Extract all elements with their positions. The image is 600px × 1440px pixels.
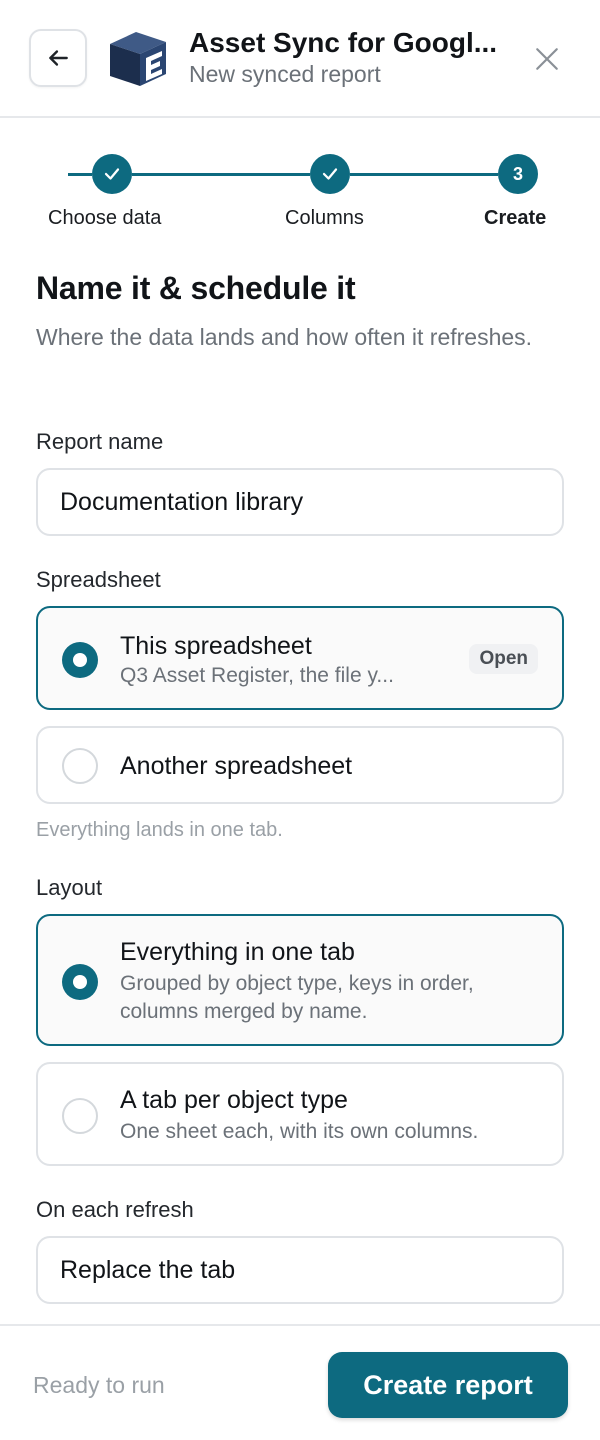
section-description: Where the data lands and how often it re… bbox=[36, 324, 533, 350]
option-title: Everything in one tab bbox=[120, 938, 355, 966]
section-header: Name it & schedule it Where the data lan… bbox=[36, 270, 564, 355]
step-1-indicator bbox=[92, 154, 132, 194]
report-name-input[interactable]: Documentation library bbox=[36, 468, 564, 536]
spreadsheet-label: Spreadsheet bbox=[36, 567, 161, 592]
check-icon bbox=[322, 168, 338, 180]
app-subtitle: New synced report bbox=[189, 61, 381, 87]
step-2-label: Columns bbox=[285, 207, 364, 229]
panel-footer: Ready to run Create report bbox=[0, 1324, 600, 1440]
close-icon bbox=[536, 48, 558, 70]
step-connector bbox=[132, 173, 310, 176]
panel-header: Asset Sync for Googl... New synced repor… bbox=[0, 0, 600, 118]
open-badge: Open bbox=[469, 644, 538, 674]
spreadsheet-hint: Everything lands in one tab. bbox=[36, 819, 283, 841]
step-connector bbox=[68, 173, 92, 176]
app-logo-icon bbox=[110, 32, 166, 86]
option-title: This spreadsheet bbox=[120, 632, 312, 660]
radio-selected bbox=[62, 964, 98, 1000]
create-report-button[interactable]: Create report bbox=[328, 1352, 568, 1418]
refresh-label: On each refresh bbox=[36, 1197, 194, 1222]
spreadsheet-option-this[interactable]: This spreadsheet Q3 Asset Register, the … bbox=[36, 606, 564, 710]
radio-unselected bbox=[62, 1098, 98, 1134]
option-description: Grouped by object type, keys in order, c… bbox=[120, 972, 474, 1023]
sidebar-panel: Asset Sync for Googl... New synced repor… bbox=[0, 0, 600, 1440]
option-description: Q3 Asset Register, the file y... bbox=[120, 664, 394, 687]
report-name-label: Report name bbox=[36, 429, 164, 454]
close-button[interactable] bbox=[528, 40, 566, 78]
progress-stepper: 3 Choose data Columns Create bbox=[0, 150, 600, 240]
back-button[interactable] bbox=[29, 29, 87, 87]
step-3-label: Create bbox=[484, 207, 547, 229]
radio-selected bbox=[62, 642, 98, 678]
section-title: Name it & schedule it bbox=[36, 270, 356, 306]
step-connector bbox=[350, 173, 498, 176]
spreadsheet-option-another[interactable]: Another spreadsheet bbox=[36, 726, 564, 804]
footer-status: Ready to run bbox=[33, 1372, 165, 1398]
step-3-indicator: 3 bbox=[498, 154, 538, 194]
layout-label: Layout bbox=[36, 875, 103, 900]
step-2-indicator bbox=[310, 154, 350, 194]
refresh-mode-select[interactable]: Replace the tab bbox=[36, 1236, 564, 1304]
step-1-label: Choose data bbox=[48, 207, 162, 229]
layout-option-one-tab[interactable]: Everything in one tab Grouped by object … bbox=[36, 914, 564, 1046]
option-title: A tab per object type bbox=[120, 1086, 348, 1114]
check-icon bbox=[104, 168, 120, 180]
option-description: One sheet each, with its own columns. bbox=[120, 1120, 479, 1143]
arrow-left-icon bbox=[49, 50, 68, 66]
option-title: Another spreadsheet bbox=[120, 752, 353, 780]
radio-unselected bbox=[62, 748, 98, 784]
layout-option-tab-per-type[interactable]: A tab per object type One sheet each, wi… bbox=[36, 1062, 564, 1166]
app-title: Asset Sync for Googl... bbox=[189, 27, 498, 58]
